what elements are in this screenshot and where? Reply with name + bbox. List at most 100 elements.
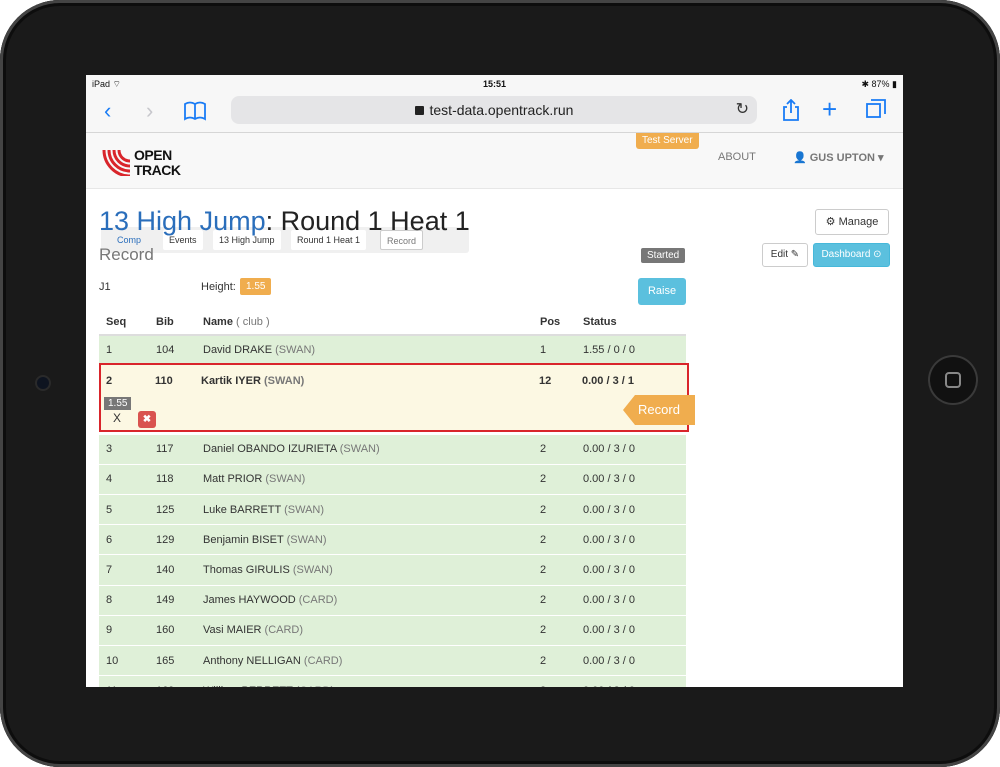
row-seq: 9 [99, 614, 149, 646]
row-bib: 125 [149, 494, 196, 525]
table-row[interactable]: 8 149 James HAYWOOD (CARD) 2 0.00 / 3 / 0 [99, 584, 686, 616]
delete-attempt-button[interactable]: ✖ [138, 411, 156, 428]
row-name: Thomas GIRULIS (SWAN) [196, 554, 533, 586]
row-bib: 140 [149, 554, 196, 586]
dashboard-button[interactable]: Dashboard ⊙ [813, 243, 890, 267]
active-seq: 2 [106, 375, 113, 387]
athlete-club: (CARD) [303, 654, 343, 667]
status-bar: iPad ⌔ 15:51 ✱ 87% ▮ [86, 75, 903, 93]
row-pos: 2 [533, 554, 576, 586]
row-pos: 2 [533, 524, 576, 555]
active-club-text: (SWAN) [263, 375, 305, 387]
row-name: Luke BARRETT (SWAN) [196, 494, 533, 525]
table-row[interactable]: 4 118 Matt PRIOR (SWAN) 2 0.00 / 3 / 0 [99, 463, 686, 495]
page-subtitle: Record [99, 245, 154, 264]
athlete-club: (SWAN) [339, 443, 380, 456]
header-bib: Bib [149, 309, 196, 336]
row-name: David DRAKE (SWAN) [196, 334, 533, 366]
athlete-club: (CARD) [296, 685, 335, 687]
user-menu[interactable]: 👤 GUS UPTON ▾ [793, 151, 884, 164]
title-rest: : Round 1 Heat 1 [265, 206, 470, 236]
row-status: 0.00 / 3 / 0 [576, 494, 686, 525]
edit-button[interactable]: Edit ✎ [762, 243, 808, 267]
row-status: 0.00 / 3 / 0 [576, 554, 686, 586]
raise-button[interactable]: Raise [638, 278, 686, 305]
screen: iPad ⌔ 15:51 ✱ 87% ▮ ‹ › test-data.opent… [86, 75, 903, 687]
record-button[interactable]: Record [623, 395, 695, 425]
row-status: 0.00 / 3 / 0 [576, 463, 686, 495]
url-bar[interactable]: test-data.opentrack.run ↻ [231, 96, 757, 124]
bookmarks-icon[interactable] [184, 101, 206, 125]
test-server-badge: Test Server [636, 133, 699, 149]
table-row[interactable]: 5 125 Luke BARRETT (SWAN) 2 0.00 / 3 / 0 [99, 494, 686, 525]
status-time: 15:51 [482, 79, 507, 89]
row-status: 0.00 / 3 / 0 [576, 675, 686, 687]
event-link[interactable]: 13 High Jump [99, 206, 266, 236]
logo-text-top: OPEN [134, 147, 172, 163]
athlete-club: (CARD) [298, 594, 338, 607]
row-name: Vasi MAIER (CARD) [196, 614, 533, 646]
row-pos: 1 [533, 334, 576, 366]
row-name: Matt PRIOR (SWAN) [196, 463, 533, 495]
table-row[interactable]: 9 160 Vasi MAIER (CARD) 2 0.00 / 3 / 0 [99, 614, 686, 646]
athlete-club: (SWAN) [292, 564, 333, 577]
home-button[interactable] [930, 357, 976, 403]
athlete-name: James HAYWOOD [203, 594, 296, 607]
page-title: 13 High Jump: Round 1 Heat 1 [99, 206, 470, 237]
row-bib: 165 [149, 644, 196, 676]
new-tab-icon[interactable]: + [822, 96, 837, 122]
row-seq: 5 [99, 494, 149, 525]
row-status: 1.55 / 0 / 0 [576, 334, 686, 366]
nav-about[interactable]: ABOUT [718, 151, 756, 163]
table-row[interactable]: 10 165 Anthony NELLIGAN (CARD) 2 0.00 / 3 / … [99, 644, 686, 676]
back-icon[interactable]: ‹ [104, 100, 111, 122]
row-status: 0.00 / 3 / 0 [576, 524, 686, 555]
table-row[interactable]: 6 129 Benjamin BISET (SWAN) 2 0.00 / 3 / 0 [99, 524, 686, 555]
forward-icon[interactable]: › [146, 100, 153, 122]
row-pos: 2 [533, 614, 576, 646]
table-row[interactable]: 7 140 Thomas GIRULIS (SWAN) 2 0.00 / 3 / 0 [99, 554, 686, 586]
athlete-name: Vasi MAIER [203, 624, 262, 637]
table-row[interactable]: 1 104 David DRAKE (SWAN) 1 1.55 / 0 / 0 [99, 334, 686, 366]
url-text: test-data.opentrack.run [429, 102, 574, 118]
table-header: Seq Bib Name ( club ) Pos Status [99, 309, 686, 336]
row-pos: 2 [533, 584, 576, 616]
row-seq: 10 [99, 644, 149, 676]
row-seq: 7 [99, 554, 149, 586]
active-athlete-row[interactable]: 2 110 Kartik IYER (SWAN) 12 0.00 / 3 / 1… [99, 363, 695, 432]
logo-arcs-icon [102, 149, 131, 176]
site-navbar: OPEN TRACK Test Server ABOUT 👤 GUS UPTON … [86, 133, 903, 253]
logo-text-bottom: TRACK [134, 162, 181, 178]
row-pos: 2 [533, 433, 576, 465]
row-bib: 169 [149, 675, 196, 687]
athlete-name: Matt PRIOR [203, 473, 263, 486]
status-badge: Started [641, 248, 686, 263]
athlete-name: Thomas GIRULIS [203, 564, 290, 577]
active-name: Kartik IYER (SWAN) [201, 375, 304, 387]
athlete-club: (SWAN) [275, 344, 316, 357]
logo-text: OPEN TRACK [134, 148, 181, 178]
share-icon[interactable] [782, 98, 800, 125]
header-club-text: ( club ) [236, 315, 270, 328]
row-bib: 160 [149, 614, 196, 646]
row-bib: 117 [149, 433, 196, 465]
attempt-mark: X [113, 411, 122, 425]
active-status: 0.00 / 3 / 1 [582, 375, 634, 387]
header-name: Name ( club ) [196, 309, 533, 336]
table-row[interactable]: 11169William PERRETT (CARD)20.00 / 3 / 0 [99, 675, 686, 687]
opentrack-logo[interactable]: OPEN TRACK [102, 146, 182, 178]
table-row[interactable]: 3 117 Daniel OBANDO IZURIETA (SWAN) 2 0.00 /… [99, 433, 686, 465]
reload-icon[interactable]: ↻ [736, 96, 749, 124]
row-seq: 4 [99, 463, 149, 495]
row-name: Daniel OBANDO IZURIETA (SWAN) [196, 433, 533, 465]
manage-button[interactable]: ⚙ Manage [815, 209, 889, 235]
tabs-icon[interactable] [866, 99, 886, 123]
row-bib: 149 [149, 584, 196, 616]
row-bib: 118 [149, 463, 196, 495]
camera [37, 377, 49, 389]
row-pos: 2 [533, 463, 576, 495]
height-label: Height: [201, 281, 236, 293]
row-seq: 6 [99, 524, 149, 555]
athlete-club: (CARD) [264, 624, 304, 637]
row-seq: 8 [99, 584, 149, 616]
